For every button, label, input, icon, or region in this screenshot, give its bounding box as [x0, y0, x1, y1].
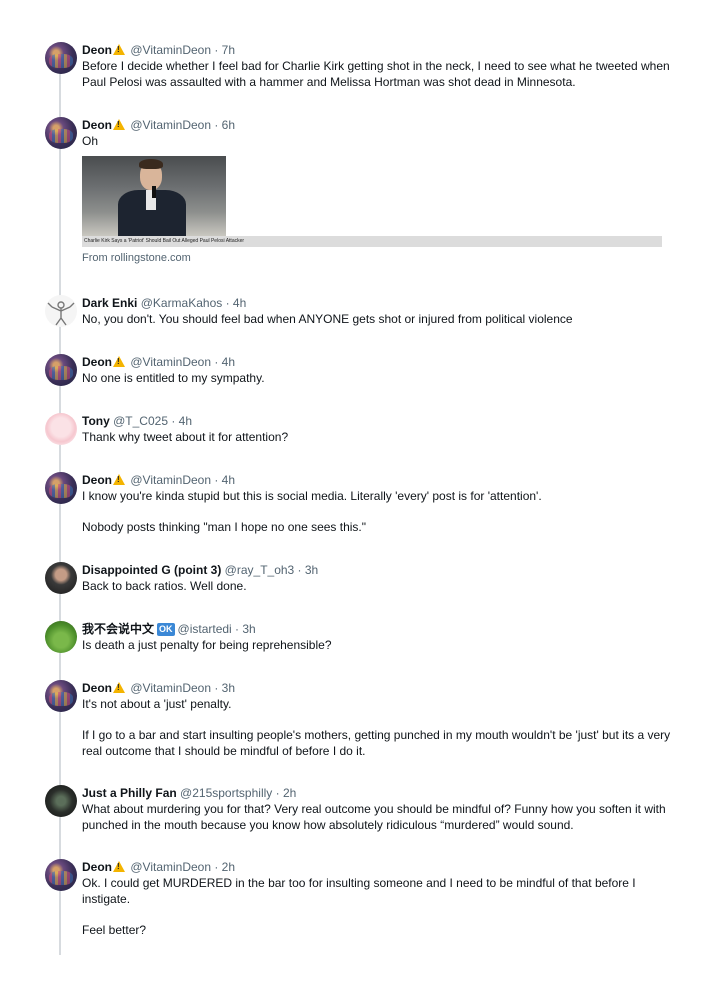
link-card-title[interactable]: Charlie Kirk Says a 'Patriot' Should Bai… [82, 235, 662, 247]
display-name[interactable]: Disappointed G (point 3) [82, 563, 221, 577]
display-name[interactable]: Deon [82, 681, 112, 695]
handle-and-time[interactable]: @VitaminDeon · 4h [130, 355, 235, 369]
display-name[interactable]: Deon [82, 118, 112, 132]
tweet-header: Just a Philly Fan @215sportsphilly · 2h [82, 785, 672, 801]
avatar[interactable] [45, 295, 77, 327]
tweet-text: It's not about a 'just' penalty. If I go … [82, 697, 672, 759]
handle-and-time[interactable]: @VitaminDeon · 6h [130, 118, 235, 132]
display-name[interactable]: Deon [82, 860, 112, 874]
tweet-header: Deon @VitaminDeon · 6h [82, 117, 672, 133]
warning-emoji-icon [113, 356, 125, 367]
tweet-text: I know you're kinda stupid but this is s… [82, 489, 672, 536]
avatar[interactable] [45, 680, 77, 712]
tweet-paragraph: Thank why tweet about it for attention? [82, 430, 289, 444]
tweet-paragraph: Back to back ratios. Well done. [82, 579, 247, 593]
avatar[interactable] [45, 117, 77, 149]
avatar[interactable] [45, 413, 77, 445]
avatar[interactable] [45, 785, 77, 817]
display-name[interactable]: Tony [82, 414, 110, 428]
tweet-paragraph: Feel better? [82, 922, 147, 937]
avatar[interactable] [45, 621, 77, 653]
handle-and-time[interactable]: @VitaminDeon · 2h [130, 860, 235, 874]
handle-and-time[interactable]: @VitaminDeon · 4h [130, 473, 235, 487]
warning-emoji-icon [113, 861, 125, 872]
warning-emoji-icon [113, 682, 125, 693]
tweet-text: Before I decide whether I feel bad for C… [82, 59, 672, 90]
tweet-paragraph: No one is entitled to my sympathy. [82, 371, 265, 385]
tweet-paragraph: It's not about a 'just' penalty. [82, 697, 232, 711]
tweet-paragraph: Is death a just penalty for being repreh… [82, 638, 332, 652]
display-name[interactable]: Just a Philly Fan [82, 786, 177, 800]
display-name[interactable]: 我不会说中文 [82, 622, 154, 636]
ok-emoji-icon: OK [157, 623, 175, 636]
tweet-paragraph: Nobody posts thinking "man I hope no one… [82, 520, 367, 534]
tweet-text: Oh [82, 134, 672, 150]
avatar[interactable] [45, 859, 77, 891]
link-card-image[interactable] [82, 155, 226, 236]
tweet-paragraph: No, you don't. You should feel bad when … [82, 312, 573, 326]
display-name[interactable]: Deon [82, 473, 112, 487]
avatar[interactable] [45, 562, 77, 594]
tweet-header: 我不会说中文 OK @istartedi · 3h [82, 621, 672, 637]
tweet-header: Tony @T_C025 · 4h [82, 413, 672, 429]
tweet-header: Deon @VitaminDeon · 2h [82, 859, 672, 875]
tweet-text: What about murdering you for that? Very … [82, 802, 672, 833]
tweet-header: Disappointed G (point 3) @ray_T_oh3 · 3h [82, 562, 672, 578]
tweet-text: Is death a just penalty for being repreh… [82, 638, 672, 654]
tweet-header: Deon @VitaminDeon · 3h [82, 680, 672, 696]
tweet-text: Back to back ratios. Well done. [82, 579, 672, 595]
tweet-paragraph: Oh [82, 134, 99, 148]
avatar[interactable] [45, 42, 77, 74]
handle-and-time[interactable]: @ray_T_oh3 · 3h [225, 563, 319, 577]
avatar[interactable] [45, 472, 77, 504]
handle-and-time[interactable]: @215sportsphilly · 2h [180, 786, 296, 800]
tweet-paragraph: What about murdering you for that? Very … [82, 802, 666, 832]
handle-and-time[interactable]: @istartedi · 3h [178, 622, 256, 636]
avatar[interactable] [45, 354, 77, 386]
tweet-paragraph: Ok. I could get MURDERED in the bar too … [82, 876, 636, 906]
tweet-header: Deon @VitaminDeon · 4h [82, 472, 672, 488]
handle-and-time[interactable]: @T_C025 · 4h [113, 414, 192, 428]
link-card[interactable]: Charlie Kirk Says a 'Patriot' Should Bai… [82, 155, 672, 264]
tweet-header: Deon @VitaminDeon · 7h [82, 42, 672, 58]
display-name[interactable]: Deon [82, 43, 112, 57]
tweet-text: No, you don't. You should feel bad when … [82, 312, 672, 328]
handle-and-time[interactable]: @VitaminDeon · 3h [130, 681, 235, 695]
link-card-source[interactable]: From rollingstone.com [82, 252, 672, 264]
warning-emoji-icon [113, 44, 125, 55]
tweet-paragraph: If I go to a bar and start insulting peo… [82, 728, 671, 758]
tweet-text: Thank why tweet about it for attention? [82, 430, 672, 446]
tweet-text: Ok. I could get MURDERED in the bar too … [82, 876, 672, 938]
tweet-paragraph: I know you're kinda stupid but this is s… [82, 489, 542, 503]
display-name[interactable]: Dark Enki [82, 296, 137, 310]
tweet-header: Deon @VitaminDeon · 4h [82, 354, 672, 370]
warning-emoji-icon [113, 474, 125, 485]
display-name[interactable]: Deon [82, 355, 112, 369]
warning-emoji-icon [113, 119, 125, 130]
handle-and-time[interactable]: @KarmaKahos · 4h [141, 296, 247, 310]
tweet-header: Dark Enki @KarmaKahos · 4h [82, 295, 672, 311]
thread-line [59, 60, 61, 955]
tweet-text: No one is entitled to my sympathy. [82, 371, 672, 387]
handle-and-time[interactable]: @VitaminDeon · 7h [130, 43, 235, 57]
tweet-paragraph: Before I decide whether I feel bad for C… [82, 59, 670, 89]
